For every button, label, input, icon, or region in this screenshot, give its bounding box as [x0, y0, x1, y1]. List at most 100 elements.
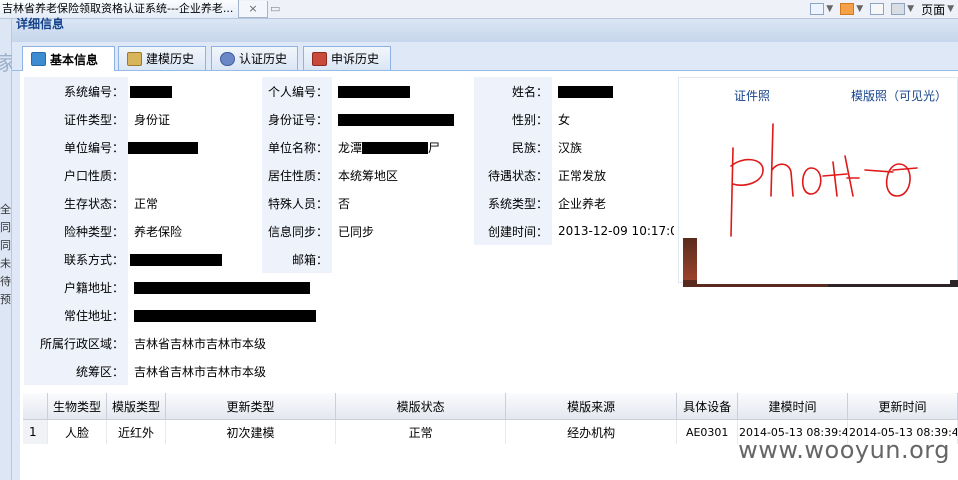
left-sidebar-edge: 家 全 同 同 未 待 预	[0, 19, 16, 480]
form-row: 生存状态： 正常 特殊人员： 否 系统类型： 企业养老	[24, 189, 674, 217]
grid-header-model-time[interactable]: 建模时间	[737, 393, 848, 420]
handwritten-photo-placeholder	[730, 123, 918, 237]
rss-icon[interactable]	[840, 3, 855, 15]
redaction-mark	[128, 141, 198, 154]
sidebar-item[interactable]: 全	[0, 202, 11, 218]
form-row: 统筹区： 吉林省吉林市吉林市本级	[24, 357, 674, 385]
living-status-value: 正常	[128, 189, 262, 217]
grid-header-template-status[interactable]: 模版状态	[335, 393, 506, 420]
pool-region-label: 统筹区：	[24, 357, 128, 385]
tab-bar: 基本信息 建模历史 认证历史 申诉历史	[12, 42, 958, 71]
tab-appeal-history[interactable]: 申诉历史	[303, 46, 391, 70]
residence-type-label: 居住性质：	[262, 161, 332, 189]
tab-label: 申诉历史	[331, 52, 380, 66]
pool-region-value: 吉林省吉林市吉林市本级	[128, 357, 674, 385]
chevron-down-icon[interactable]: ▼	[947, 4, 954, 14]
row-number: 1	[23, 419, 48, 444]
hukou-type-label: 户口性质：	[24, 161, 128, 189]
template-status-cell: 正常	[335, 419, 506, 444]
sidebar-item[interactable]: 待	[0, 274, 11, 290]
name-label: 姓名：	[474, 77, 552, 105]
ethnicity-label: 民族：	[474, 133, 552, 161]
grid-header-template-source[interactable]: 模版来源	[505, 393, 678, 420]
contact-value	[128, 245, 262, 273]
benefit-status-label: 待遇状态：	[474, 161, 552, 189]
form-row: 联系方式： 邮箱：	[24, 245, 674, 273]
admin-region-label: 所属行政区域：	[24, 329, 128, 357]
tab-modeling-history[interactable]: 建模历史	[118, 46, 206, 70]
unit-no-value	[128, 133, 262, 161]
ethnicity-value: 汉族	[552, 133, 674, 161]
sidebar-item[interactable]: 同	[0, 220, 11, 236]
grid-header-update-time[interactable]: 更新时间	[847, 393, 958, 420]
grid-header-device[interactable]: 具体设备	[676, 393, 738, 420]
print-icon[interactable]	[891, 3, 906, 15]
id-no-label: 身份证号：	[262, 105, 332, 133]
new-tab-button[interactable]: ▭	[270, 0, 290, 18]
grid-header-update-type[interactable]: 更新类型	[165, 393, 337, 420]
admin-region-value: 吉林省吉林市吉林市本级	[128, 329, 674, 357]
redaction-mark	[338, 85, 410, 98]
empty-cell	[474, 245, 552, 273]
tab-label: 基本信息	[50, 52, 99, 67]
gender-label: 性别：	[474, 105, 552, 133]
device-cell: AE0301	[676, 419, 738, 444]
name-value	[552, 77, 674, 105]
browser-command-bar: ▼ ▼ ▼ 页面 ▼	[810, 0, 958, 18]
unit-name-suffix: 尸	[428, 140, 441, 155]
system-no-value	[128, 77, 262, 105]
form-row: 险种类型： 养老保险 信息同步： 已同步 创建时间： 2013-12-09 10…	[24, 217, 674, 245]
grid-header-template-type[interactable]: 模版类型	[106, 393, 166, 420]
sidebar-item[interactable]: 未	[0, 256, 11, 272]
close-tab-button[interactable]: ×	[238, 1, 268, 18]
chevron-down-icon[interactable]: ▼	[826, 4, 833, 14]
watermark: www.wooyun.org	[738, 436, 950, 464]
sidebar-item[interactable]: 同	[0, 238, 11, 254]
unit-name-value: 龙潭 尸	[332, 133, 474, 161]
redaction-mark	[134, 309, 316, 322]
bio-type-cell: 人脸	[47, 419, 108, 444]
special-person-value: 否	[332, 189, 474, 217]
form-row: 系统编号： 个人编号： 姓名：	[24, 77, 674, 105]
grid-header-row: 生物类型 模版类型 更新类型 模版状态 模版来源 具体设备 建模时间 更新时间	[23, 393, 958, 420]
users-icon	[220, 51, 235, 66]
insurance-type-label: 险种类型：	[24, 217, 128, 245]
panel-header: 详细信息	[12, 17, 958, 42]
empty-cell	[552, 245, 674, 273]
form-row: 单位编号： 单位名称： 龙潭 尸 民族： 汉族	[24, 133, 674, 161]
page-menu[interactable]: 页面	[921, 1, 945, 18]
id-type-label: 证件类型：	[24, 105, 128, 133]
chevron-down-icon[interactable]: ▼	[856, 4, 863, 14]
template-type-cell: 近红外	[106, 419, 166, 444]
contact-label: 联系方式：	[24, 245, 128, 273]
redaction-mark	[130, 85, 172, 98]
grid-header-bio-type[interactable]: 生物类型	[47, 393, 108, 420]
special-person-label: 特殊人员：	[262, 189, 332, 217]
info-sync-value: 已同步	[332, 217, 474, 245]
template-photo-label: 模版照（可见光）	[851, 89, 948, 103]
email-label: 邮箱：	[262, 245, 332, 273]
hukou-address-value	[128, 273, 674, 301]
insurance-type-value: 养老保险	[128, 217, 262, 245]
appeal-icon	[312, 51, 327, 66]
home-icon[interactable]	[810, 3, 825, 15]
residence-address-label: 常住地址：	[24, 301, 128, 329]
unit-name-label: 单位名称：	[262, 133, 332, 161]
system-type-label: 系统类型：	[474, 189, 552, 217]
system-type-value: 企业养老	[552, 189, 674, 217]
id-photo-label: 证件照	[734, 89, 771, 103]
form-row: 户籍地址：	[24, 273, 674, 301]
chevron-down-icon[interactable]: ▼	[907, 4, 914, 14]
tab-basic-info[interactable]: 基本信息	[22, 46, 115, 71]
personal-no-label: 个人编号：	[262, 77, 332, 105]
id-card-icon	[31, 52, 46, 66]
sidebar-item[interactable]: 预	[0, 292, 11, 308]
tab-auth-history[interactable]: 认证历史	[211, 46, 298, 70]
form-row: 所属行政区域： 吉林省吉林市吉林市本级	[24, 329, 674, 357]
residence-address-value	[128, 301, 674, 329]
template-source-cell: 经办机构	[505, 419, 678, 444]
redaction-mark	[130, 253, 222, 266]
redaction-mark	[134, 281, 310, 294]
mail-icon[interactable]	[870, 3, 885, 15]
unit-no-label: 单位编号：	[24, 133, 128, 161]
